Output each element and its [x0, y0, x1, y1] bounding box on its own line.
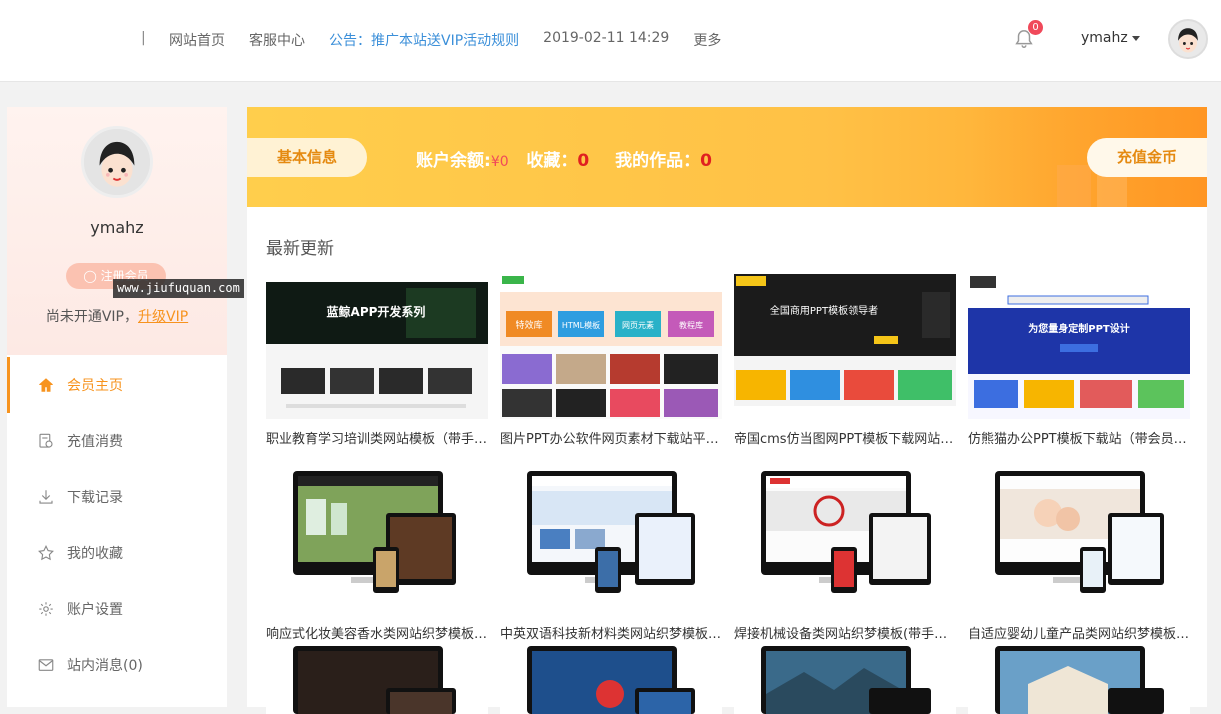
sidebar-item-label: 下载记录: [67, 490, 123, 506]
recharge-icon: [39, 433, 53, 448]
upgrade-vip-link[interactable]: 升级VIP: [138, 309, 188, 325]
sidebar-item-label: 站内消息(0): [67, 658, 143, 674]
section-title: 最新更新: [266, 239, 334, 259]
template-card[interactable]: 中英双语科技新材料类网站织梦模板（带手机）: [500, 469, 722, 642]
template-title[interactable]: 职业教育学习培训类网站模板（带手机端）: [266, 428, 488, 447]
thumb-text: 教程库: [679, 320, 703, 330]
nav-home-link[interactable]: 网站首页: [169, 30, 225, 50]
template-card[interactable]: 蓝鲸APP开发系列 职业教育学习培训类网站模板（带手机端）: [266, 274, 488, 447]
account-stats: 账户余额:¥0 收藏：0 我的作品：0: [416, 146, 732, 171]
notice-datetime: 2019-02-11 14:29: [543, 30, 670, 46]
favorites-value: 0: [577, 151, 590, 171]
top-nav: 网站首页 客服中心 公告：推广本站送VIP活动规则 2019-02-11 14:…: [169, 30, 745, 50]
works-label: 我的作品：: [615, 151, 701, 171]
sidebar-item-downloads[interactable]: 下载记录: [7, 469, 227, 525]
template-title[interactable]: 响应式化妆美容香水类网站织梦模板(自适应): [266, 623, 488, 642]
sidebar-item-settings[interactable]: 账户设置: [7, 581, 227, 637]
balance-label: 账户余额:: [416, 151, 491, 171]
thumb-text: 全国商用PPT模板领导者: [770, 304, 878, 317]
works-value: 0: [700, 151, 713, 171]
sidebar-item-recharge[interactable]: 充值消费: [7, 413, 227, 469]
template-card[interactable]: 特效库 HTML模板 网页元素 教程库 图片PPT办公软件网页素材下载站平台源码: [500, 274, 722, 447]
template-title[interactable]: 仿熊猫办公PPT模板下载站（带会员、支付）: [968, 428, 1190, 447]
nav-separator: |: [141, 30, 146, 46]
gear-icon: [39, 602, 53, 616]
template-thumbnail[interactable]: 为您量身定制PPT设计: [968, 274, 1190, 419]
home-icon: [39, 378, 53, 392]
thumb-text: 为您量身定制PPT设计: [1028, 322, 1129, 335]
template-thumbnail[interactable]: 特效库 HTML模板 网页元素 教程库: [500, 274, 722, 419]
template-thumbnail[interactable]: [266, 644, 488, 714]
watermark: www.jiufuquan.com: [113, 279, 244, 298]
template-card[interactable]: [734, 644, 956, 714]
sidebar-item-messages[interactable]: 站内消息(0): [7, 637, 227, 693]
profile-card: ymahz ◯ 注册会员 尚未开通VIP，升级VIP: [7, 107, 227, 355]
mail-icon: [38, 659, 54, 671]
vip-text: 尚未开通VIP，: [45, 309, 138, 325]
template-card[interactable]: 响应式化妆美容香水类网站织梦模板(自适应): [266, 469, 488, 642]
template-thumbnail[interactable]: [968, 469, 1190, 614]
template-card[interactable]: 为您量身定制PPT设计 仿熊猫办公PPT模板下载站（带会员、支付）: [968, 274, 1190, 447]
template-title[interactable]: 中英双语科技新材料类网站织梦模板（带手机）: [500, 623, 722, 642]
header-username: ymahz: [1081, 30, 1128, 46]
thumb-text: 蓝鲸APP开发系列: [327, 304, 426, 319]
template-card[interactable]: 全国商用PPT模板领导者 帝国cms仿当图网PPT模板下载网站源码: [734, 274, 956, 447]
sidebar: ymahz ◯ 注册会员 尚未开通VIP，升级VIP 会员主页 充值消费 下载记…: [7, 107, 227, 707]
vip-status: 尚未开通VIP，升级VIP: [7, 306, 227, 326]
sidebar-item-favorites[interactable]: 我的收藏: [7, 525, 227, 581]
template-thumbnail[interactable]: [734, 469, 956, 614]
account-banner: 基本信息 账户余额:¥0 收藏：0 我的作品：0 充值金币: [247, 107, 1207, 207]
sidebar-item-label: 账户设置: [67, 602, 123, 618]
template-card[interactable]: 自适应婴幼儿童产品类网站织梦模板(响应式): [968, 469, 1190, 642]
template-thumbnail[interactable]: 蓝鲸APP开发系列: [266, 274, 488, 419]
template-thumbnail[interactable]: [266, 469, 488, 614]
template-card[interactable]: [266, 644, 488, 714]
favorites-label: 收藏：: [526, 151, 578, 171]
avatar[interactable]: [1168, 19, 1208, 59]
sidebar-item-label: 会员主页: [67, 378, 123, 394]
user-menu[interactable]: ymahz: [1081, 30, 1140, 46]
template-card[interactable]: [500, 644, 722, 714]
star-icon: [38, 544, 54, 561]
template-thumbnail[interactable]: [734, 644, 956, 714]
template-thumbnail[interactable]: [500, 644, 722, 714]
template-thumbnail[interactable]: [500, 469, 722, 614]
basic-info-tab[interactable]: 基本信息: [247, 138, 367, 177]
template-title[interactable]: 自适应婴幼儿童产品类网站织梦模板(响应式): [968, 623, 1190, 642]
template-thumbnail[interactable]: 全国商用PPT模板领导者: [734, 274, 956, 419]
more-link[interactable]: 更多: [693, 30, 721, 50]
notice-link[interactable]: 公告：推广本站送VIP活动规则: [329, 30, 519, 50]
notification-badge: 0: [1028, 20, 1043, 35]
template-title[interactable]: 帝国cms仿当图网PPT模板下载网站源码: [734, 428, 956, 447]
banner-decoration: [1057, 165, 1091, 207]
balance-value: ¥0: [490, 154, 509, 170]
thumb-text: 网页元素: [622, 320, 654, 330]
template-title[interactable]: 图片PPT办公软件网页素材下载站平台源码: [500, 428, 722, 447]
recharge-coins-button[interactable]: 充值金币: [1087, 138, 1207, 177]
thumb-text: HTML模板: [562, 320, 600, 330]
sidebar-menu: 会员主页 充值消费 下载记录 我的收藏 账户设置 站内消息(0): [7, 357, 227, 693]
chevron-down-icon: [1131, 35, 1140, 41]
download-icon: [39, 490, 53, 504]
thumb-text: 特效库: [515, 319, 542, 331]
template-thumbnail[interactable]: [968, 644, 1190, 714]
template-card[interactable]: 焊接机械设备类网站织梦模板(带手机端): [734, 469, 956, 642]
sidebar-item-home[interactable]: 会员主页: [7, 357, 227, 413]
top-bar: | 网站首页 客服中心 公告：推广本站送VIP活动规则 2019-02-11 1…: [0, 0, 1221, 82]
main-content: 基本信息 账户余额:¥0 收藏：0 我的作品：0 充值金币 最新更新 蓝鲸APP…: [247, 107, 1207, 714]
template-title[interactable]: 焊接机械设备类网站织梦模板(带手机端): [734, 623, 956, 642]
sidebar-item-label: 充值消费: [67, 434, 123, 450]
user-icon: ◯: [83, 269, 97, 283]
template-card[interactable]: [968, 644, 1190, 714]
sidebar-item-label: 我的收藏: [67, 546, 123, 562]
nav-service-link[interactable]: 客服中心: [249, 30, 305, 50]
avatar[interactable]: [81, 126, 153, 198]
profile-username: ymahz: [90, 218, 144, 237]
